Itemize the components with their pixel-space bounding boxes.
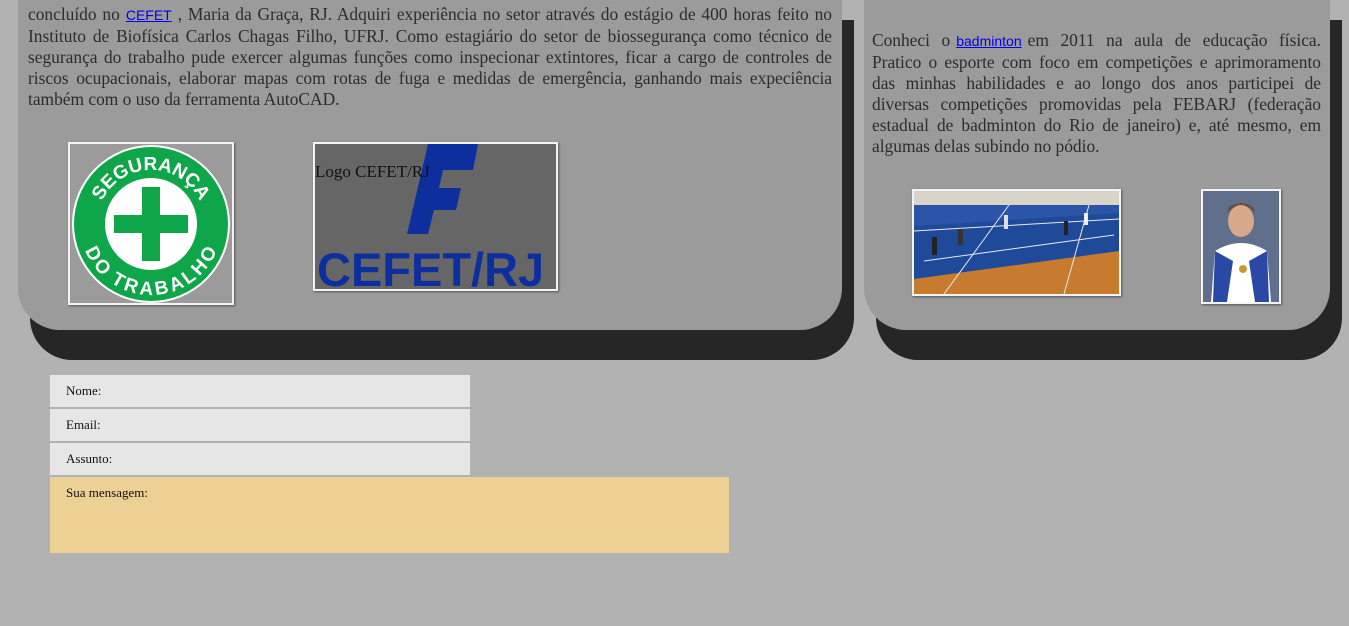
subject-field[interactable]: Assunto: <box>50 443 470 475</box>
cefet-logo-alt-text: Logo CEFET/RJ <box>315 162 430 181</box>
badminton-player-photo <box>1201 189 1281 304</box>
badminton-card: Conheci o badminton em 2011 na aula de edu… <box>864 0 1330 330</box>
email-field[interactable]: Email: <box>50 409 470 441</box>
seguranca-logo-graphic: SEGURANÇA DO TRABALHO <box>72 145 230 303</box>
name-field-label: Nome: <box>66 383 102 398</box>
name-field[interactable]: Nome: <box>50 375 470 407</box>
cefet-wordmark: CEFET/RJ <box>317 243 544 289</box>
career-paragraph: concluído no CEFET, Maria da Graça, RJ. A… <box>28 4 832 110</box>
subject-field-label: Assunto: <box>66 451 113 466</box>
cefet-link[interactable]: CEFET <box>126 7 172 23</box>
cefet-logo: CEFET/RJ Logo CEFET/RJ <box>313 142 558 291</box>
seguranca-do-trabalho-logo: SEGURANÇA DO TRABALHO <box>68 142 234 305</box>
badminton-court-photo <box>912 189 1121 296</box>
badminton-text-start: Conheci o <box>872 30 951 50</box>
player-photo-graphic <box>1203 191 1279 302</box>
badminton-link[interactable]: badminton <box>956 33 1021 49</box>
court-photo-graphic <box>914 191 1119 294</box>
message-field-label: Sua mensagem: <box>66 485 148 500</box>
page: concluído no CEFET, Maria da Graça, RJ. A… <box>0 0 1349 626</box>
message-textarea[interactable]: Sua mensagem: <box>50 477 729 553</box>
career-text-start: concluído no <box>28 4 120 24</box>
career-card: concluído no CEFET, Maria da Graça, RJ. A… <box>18 0 842 330</box>
badminton-paragraph: Conheci o badminton em 2011 na aula de edu… <box>872 30 1321 157</box>
email-field-label: Email: <box>66 417 101 432</box>
